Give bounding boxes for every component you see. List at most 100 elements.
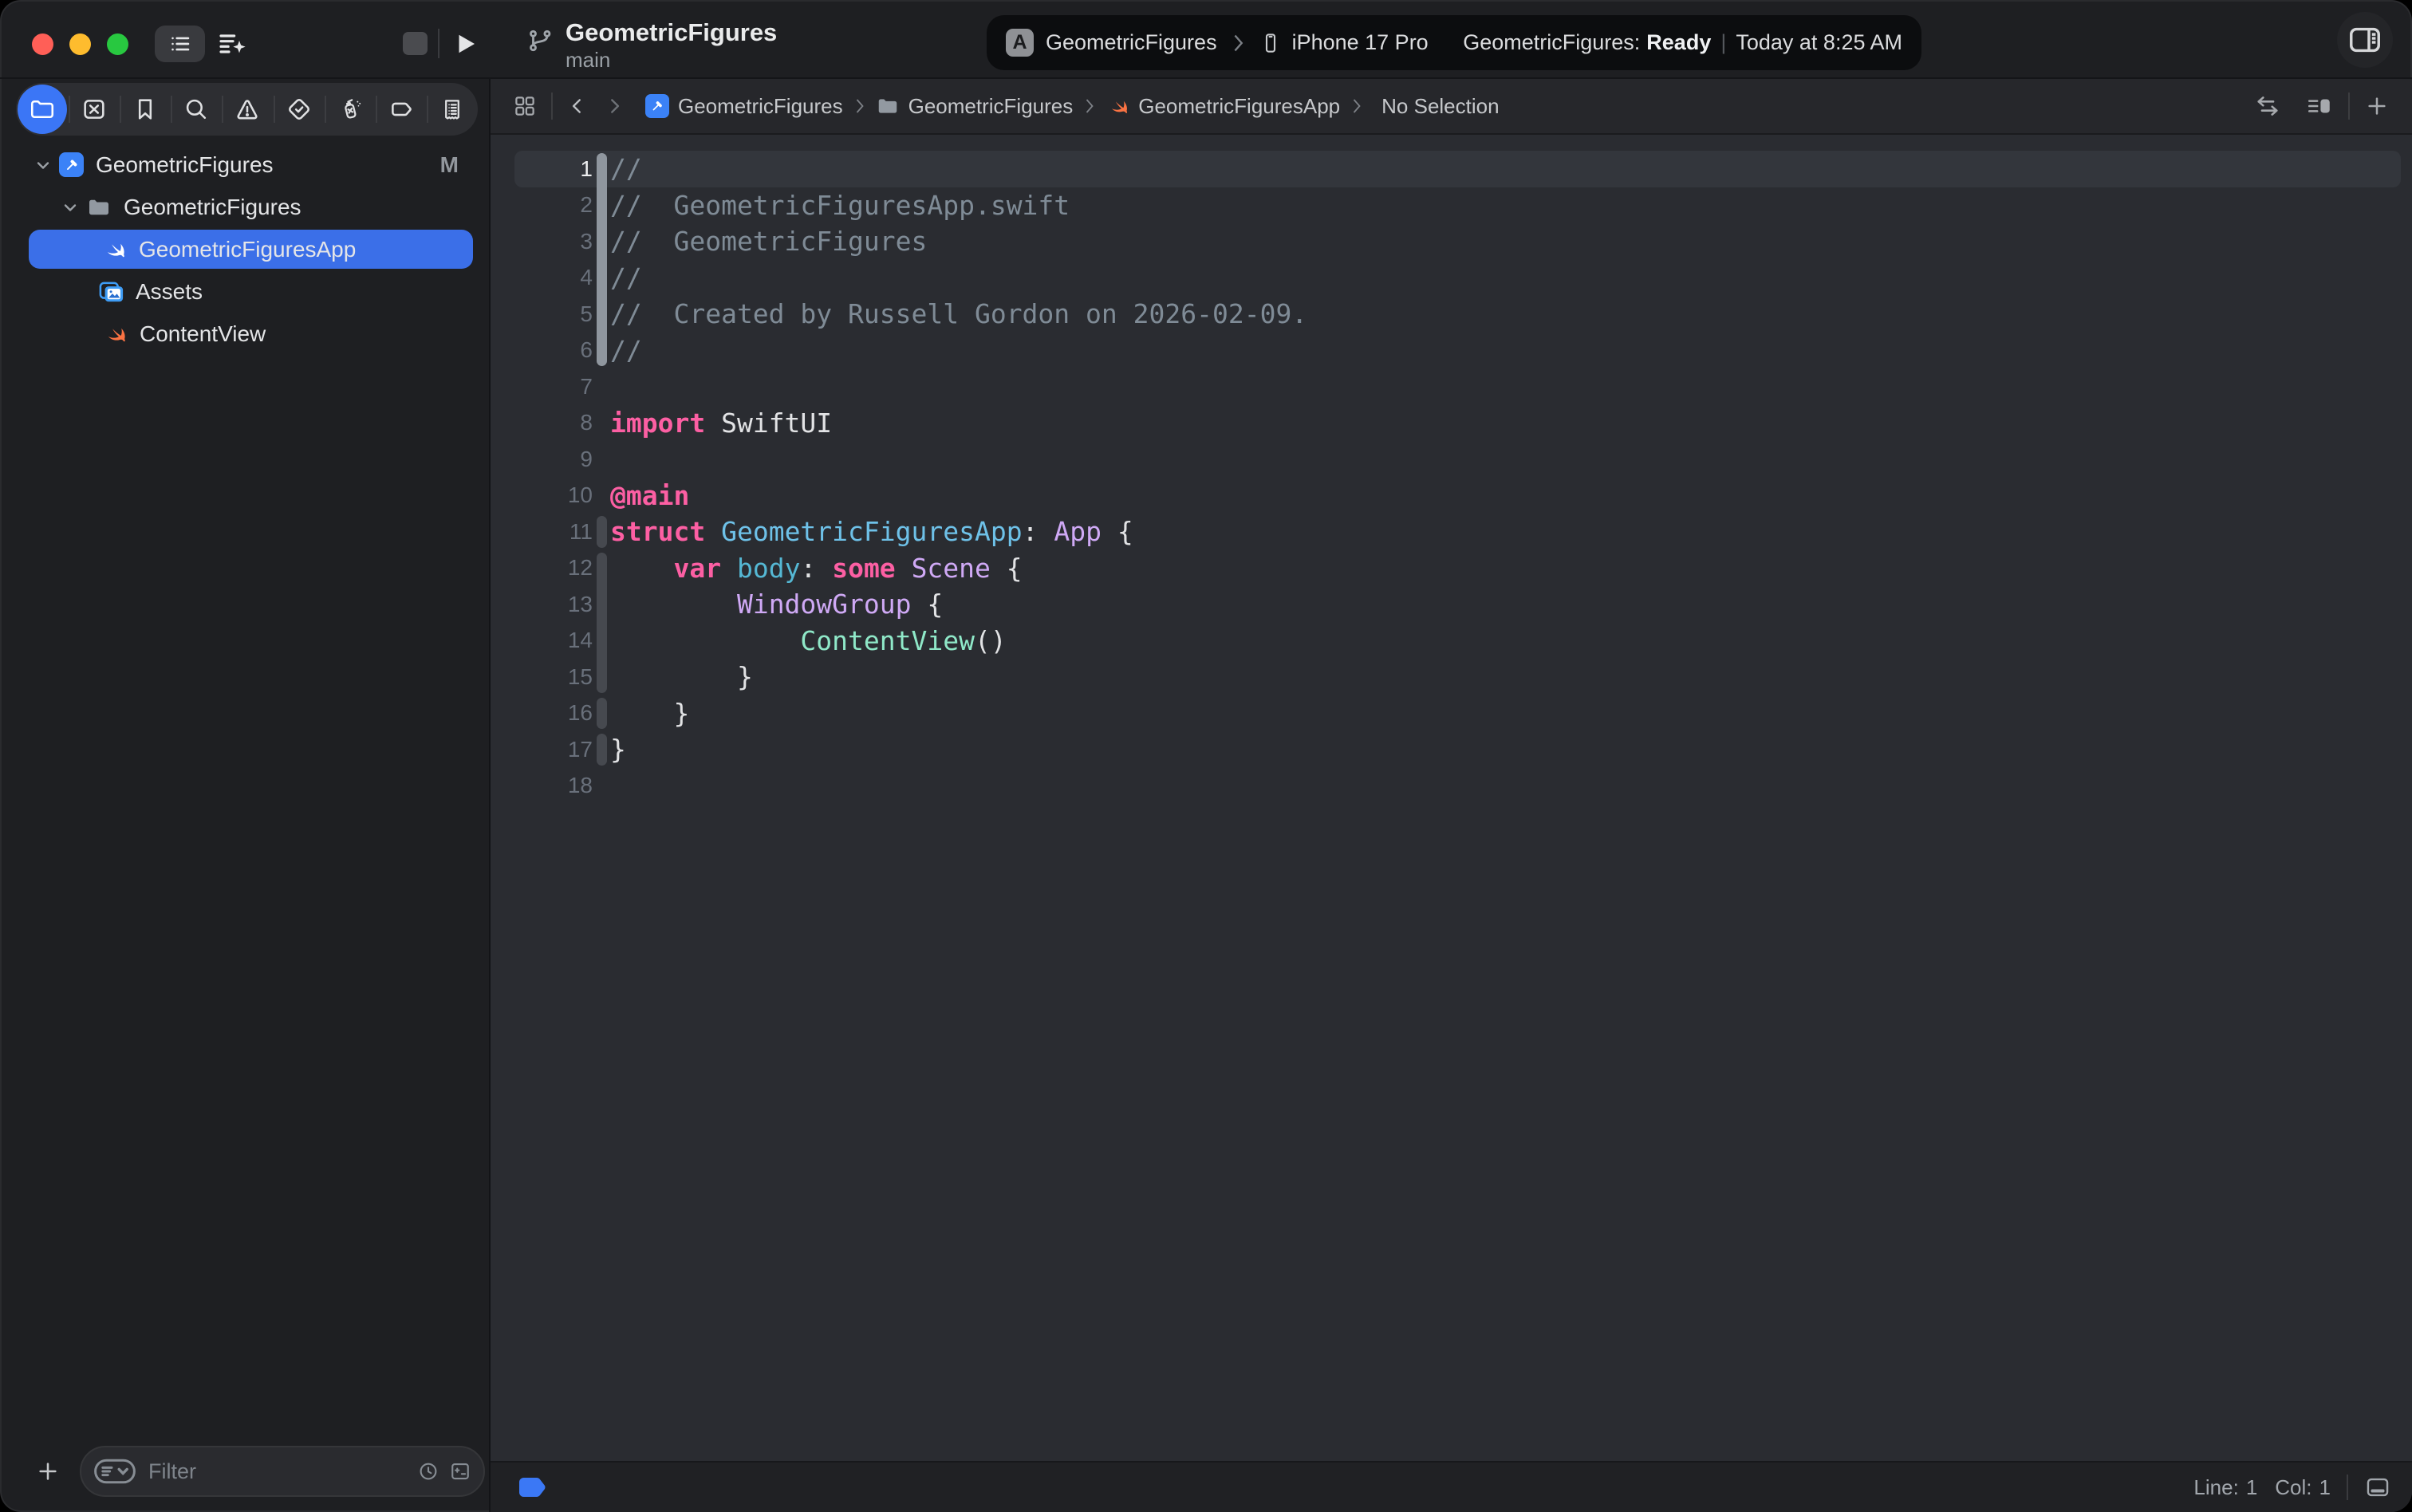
run-button[interactable]	[448, 26, 482, 61]
intelligence-button[interactable]	[211, 26, 255, 62]
fold-ribbon[interactable]	[593, 586, 610, 623]
code-text[interactable]: @main	[610, 480, 689, 511]
code-line[interactable]: 7	[514, 368, 2401, 405]
activity-status-pill[interactable]: A GeometricFigures iPhone 17 Pro Geometr…	[987, 15, 1921, 70]
code-text[interactable]: }	[610, 734, 626, 765]
line-number[interactable]: 18	[514, 773, 593, 798]
add-editor-button[interactable]	[2364, 93, 2390, 119]
tree-row-assets[interactable]: Assets	[0, 270, 489, 313]
toggle-bottom-panel-icon[interactable]	[2364, 1474, 2391, 1501]
tab-bookmarks-navigator[interactable]	[120, 83, 171, 136]
tab-project-navigator[interactable]	[16, 83, 69, 136]
filter-field[interactable]	[80, 1446, 485, 1497]
plus-minus-filter-icon[interactable]	[448, 1459, 472, 1483]
zoom-window-button[interactable]	[107, 33, 128, 55]
fold-ribbon[interactable]	[593, 768, 610, 805]
code-text[interactable]: // GeometricFiguresApp.swift	[610, 190, 1070, 221]
code-line[interactable]: 14 ContentView()	[514, 623, 2401, 660]
stop-button[interactable]	[403, 32, 428, 55]
tab-breakpoints-navigator[interactable]	[376, 83, 427, 136]
breadcrumb-selection[interactable]: No Selection	[1381, 94, 1499, 119]
code-line[interactable]: 4//	[514, 260, 2401, 297]
tab-tests-navigator[interactable]	[274, 83, 325, 136]
chevron-down-icon[interactable]	[61, 198, 80, 217]
line-number[interactable]: 8	[514, 410, 593, 435]
breadcrumb-group[interactable]: GeometricFigures	[908, 94, 1074, 119]
code-text[interactable]: // Created by Russell Gordon on 2026-02-…	[610, 298, 1307, 329]
breadcrumb-project[interactable]: GeometricFigures	[678, 94, 843, 119]
line-number[interactable]: 10	[514, 482, 593, 508]
fold-ribbon[interactable]	[593, 550, 610, 587]
fold-ribbon[interactable]	[593, 223, 610, 260]
fold-ribbon[interactable]	[593, 333, 610, 369]
related-items-grid-icon[interactable]	[513, 94, 537, 118]
code-text[interactable]: }	[610, 698, 689, 729]
tab-debug-navigator[interactable]	[325, 83, 376, 136]
toggle-inspector-button[interactable]	[2337, 12, 2393, 68]
code-text[interactable]: }	[610, 661, 753, 692]
line-number[interactable]: 1	[514, 156, 593, 182]
line-number[interactable]: 9	[514, 447, 593, 472]
minimize-window-button[interactable]	[69, 33, 91, 55]
code-text[interactable]: //	[610, 153, 642, 184]
fold-ribbon[interactable]	[593, 296, 610, 333]
line-number[interactable]: 15	[514, 664, 593, 690]
go-forward-button[interactable]	[604, 94, 625, 118]
breadcrumb-file[interactable]: GeometricFiguresApp	[1138, 94, 1340, 119]
line-number[interactable]: 12	[514, 555, 593, 581]
code-line[interactable]: 9	[514, 441, 2401, 478]
filter-menu-icon[interactable]	[93, 1455, 137, 1488]
code-review-button[interactable]	[2254, 93, 2281, 120]
line-number[interactable]: 7	[514, 374, 593, 400]
code-line[interactable]: 1 //	[514, 151, 2401, 187]
scheme-selector[interactable]: GeometricFigures	[1046, 30, 1217, 55]
code-text[interactable]: // GeometricFigures	[610, 226, 927, 257]
line-number[interactable]: 4	[514, 265, 593, 290]
line-number[interactable]: 5	[514, 301, 593, 327]
line-number[interactable]: 16	[514, 700, 593, 726]
tree-row-project[interactable]: GeometricFigures M	[0, 144, 489, 186]
recents-clock-icon[interactable]	[416, 1459, 440, 1483]
fold-ribbon[interactable]	[593, 623, 610, 660]
line-number[interactable]: 11	[514, 519, 593, 545]
run-destination-selector[interactable]: iPhone 17 Pro	[1292, 30, 1429, 55]
line-number[interactable]: 3	[514, 229, 593, 254]
line-number[interactable]: 14	[514, 628, 593, 653]
line-number[interactable]: 2	[514, 192, 593, 218]
fold-ribbon[interactable]	[593, 659, 610, 695]
code-line[interactable]: 11 struct GeometricFiguresApp: App {	[514, 514, 2401, 550]
tab-issues-navigator[interactable]	[222, 83, 273, 136]
chevron-down-icon[interactable]	[34, 156, 53, 175]
fold-ribbon[interactable]	[593, 695, 610, 732]
code-line[interactable]: 3 // GeometricFigures	[514, 223, 2401, 260]
filter-input[interactable]	[147, 1459, 416, 1485]
breakpoint-tag-blue-icon[interactable]	[516, 1475, 548, 1499]
code-line[interactable]: 10 @main	[514, 478, 2401, 514]
navigator-list-button[interactable]	[155, 26, 205, 62]
editor-options-button[interactable]	[2305, 93, 2334, 120]
code-text[interactable]: //	[610, 335, 642, 366]
tree-row-swift-file-selected[interactable]: GeometricFiguresApp	[0, 228, 489, 270]
tab-changes-navigator[interactable]	[69, 83, 120, 136]
fold-ribbon[interactable]	[593, 260, 610, 297]
fold-ribbon[interactable]	[593, 478, 610, 514]
code-text[interactable]: struct GeometricFiguresApp: App {	[610, 516, 1133, 547]
code-editor[interactable]: 1 // 2 // GeometricFiguresApp.swift 3 // Geom…	[491, 135, 2412, 1461]
fold-ribbon[interactable]	[593, 731, 610, 768]
tree-row-group[interactable]: GeometricFigures	[0, 186, 489, 228]
code-line[interactable]: 16 }	[514, 695, 2401, 732]
close-window-button[interactable]	[32, 33, 53, 55]
fold-ribbon[interactable]	[593, 187, 610, 224]
fold-ribbon[interactable]	[593, 368, 610, 405]
code-line[interactable]: 6 //	[514, 333, 2401, 369]
add-file-button[interactable]	[35, 1459, 61, 1484]
code-line[interactable]: 18	[514, 768, 2401, 805]
line-number[interactable]: 6	[514, 337, 593, 363]
fold-ribbon[interactable]	[593, 151, 610, 187]
code-text[interactable]: import SwiftUI	[610, 408, 832, 439]
code-line[interactable]: 15 }	[514, 659, 2401, 695]
line-number[interactable]: 17	[514, 737, 593, 762]
go-back-button[interactable]	[567, 94, 588, 118]
line-number[interactable]: 13	[514, 592, 593, 617]
tree-row-contentview[interactable]: ContentView	[0, 313, 489, 355]
